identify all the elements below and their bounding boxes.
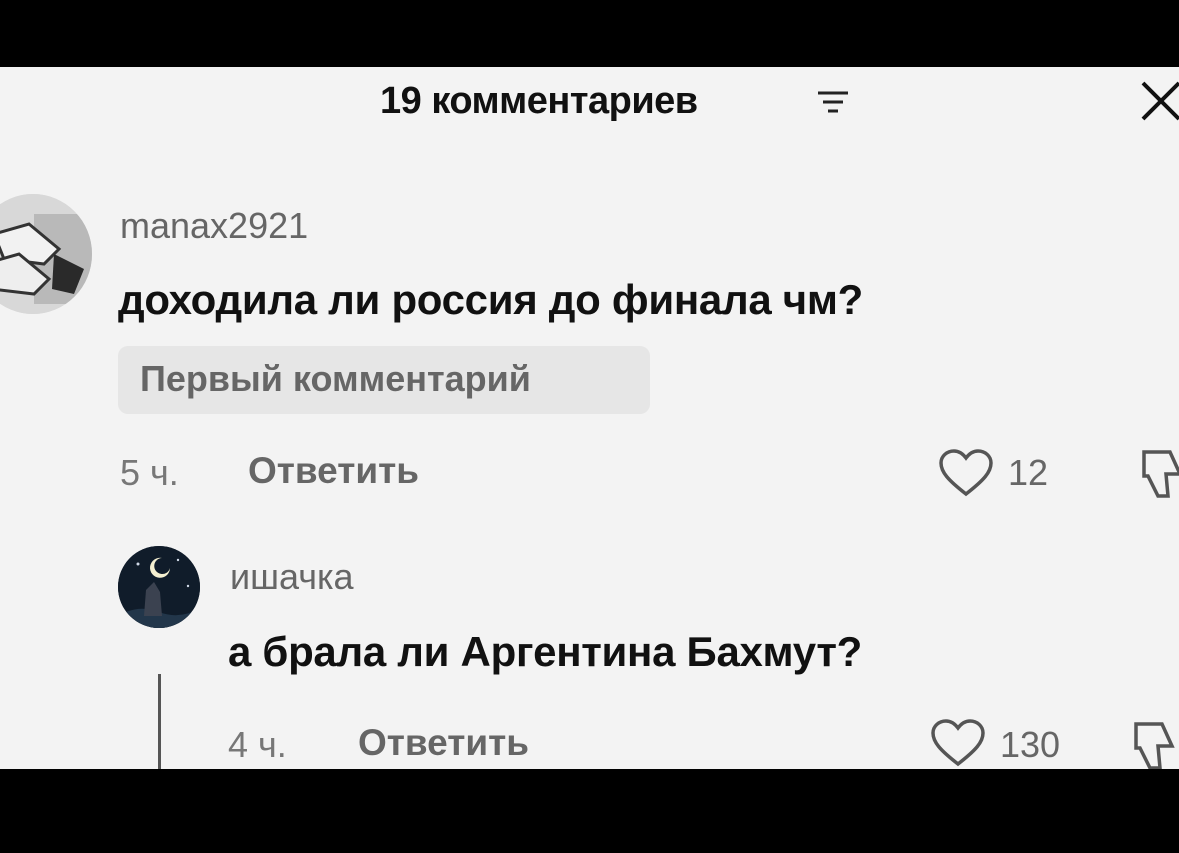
comment-text: доходила ли россия до финала чм?	[118, 276, 864, 323]
close-icon[interactable]	[1140, 80, 1179, 122]
first-comment-badge-label: Первый комментарий	[140, 358, 531, 399]
comment-username[interactable]: manax2921	[120, 205, 308, 247]
avatar[interactable]	[118, 546, 200, 628]
comment-text: а брала ли Аргентина Бахмут?	[228, 628, 862, 675]
filter-icon[interactable]	[816, 90, 850, 116]
reply-button[interactable]: Ответить	[248, 450, 419, 492]
like-count: 130	[1000, 724, 1061, 765]
letterbox-bottom	[0, 769, 1179, 853]
reply-button[interactable]: Ответить	[358, 722, 529, 764]
comment-time: 5 ч.	[120, 452, 179, 493]
dislike-icon[interactable]	[1140, 444, 1179, 504]
comment-time: 4 ч.	[228, 724, 287, 765]
thread-line	[158, 674, 161, 769]
like-count: 12	[1008, 452, 1049, 493]
comments-count-title: 19 комментариев	[380, 80, 698, 122]
comment-username[interactable]: ишачка	[230, 556, 354, 598]
heart-icon[interactable]	[930, 718, 986, 768]
dislike-icon[interactable]	[1132, 716, 1179, 776]
heart-icon[interactable]	[938, 448, 994, 498]
